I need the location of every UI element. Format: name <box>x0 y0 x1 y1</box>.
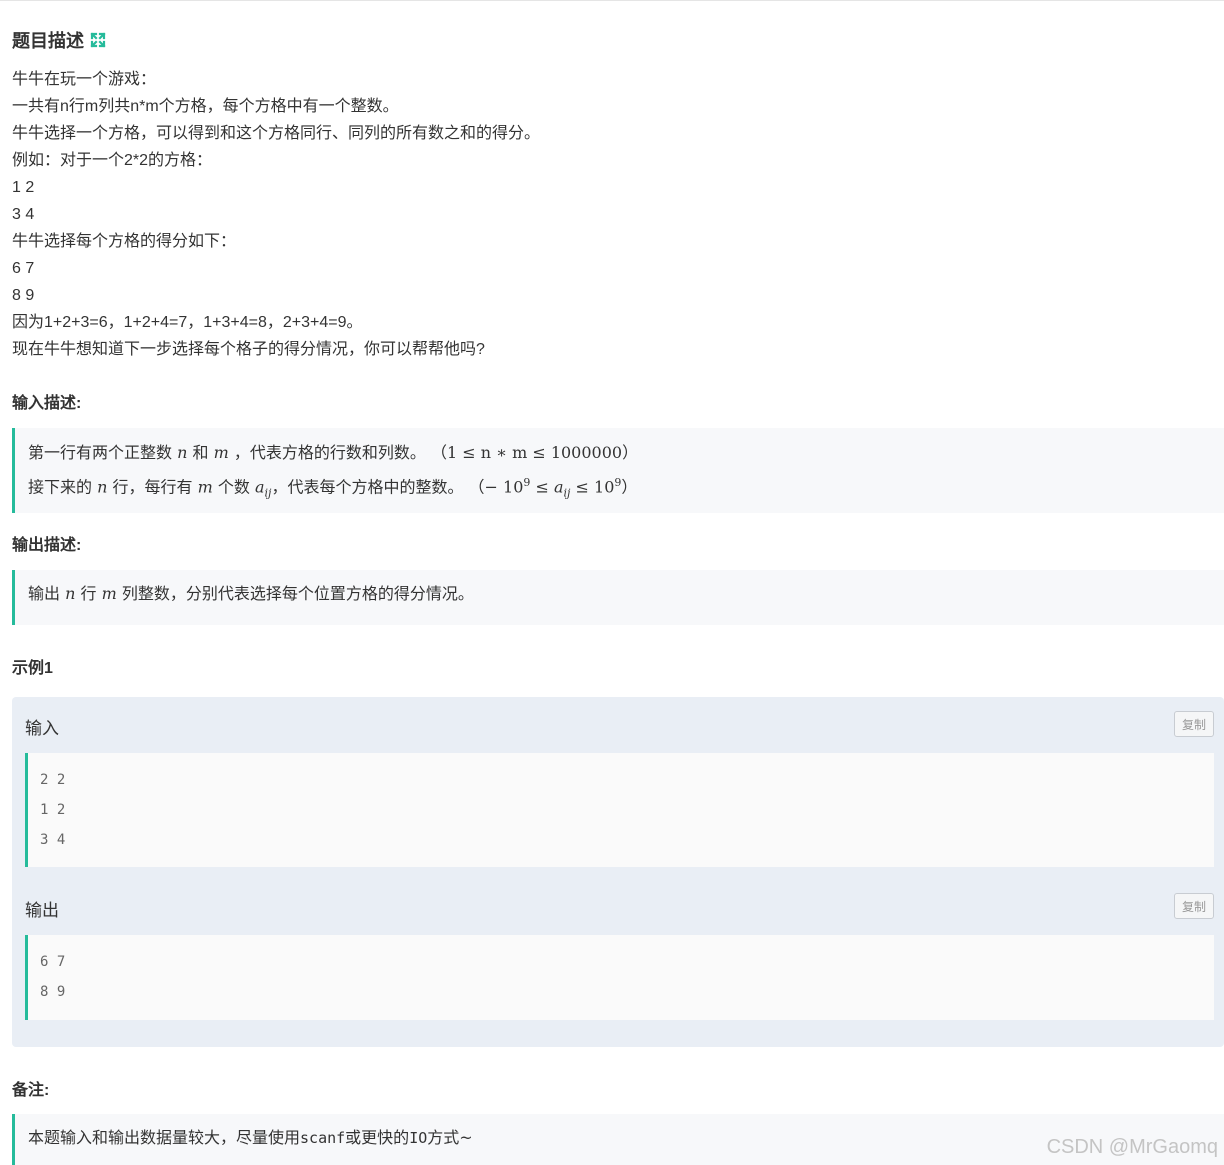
math-m: m <box>213 443 229 462</box>
inline-code: scanf <box>300 1129 346 1147</box>
math-m: m <box>101 584 117 603</box>
input-desc-line-1: 第一行有两个正整数 n 和 m ，代表方格的行数和列数。 （1 ≤ n ∗ m … <box>28 438 1224 468</box>
desc-line: 因为1+2+3=6，1+2+4=7，1+3+4=8，2+3+4=9。 <box>12 314 363 331</box>
math-n: n <box>177 443 188 462</box>
math-m: m <box>197 477 213 497</box>
copy-output-button[interactable]: 复制 <box>1174 893 1214 919</box>
text: 接下来的 <box>28 477 98 497</box>
notes-heading: 备注: <box>12 1082 50 1099</box>
text: 列整数，分别代表选择每个位置方格的得分情况。 <box>116 584 474 603</box>
text: ，代表每个方格中的整数。 （ <box>271 477 485 497</box>
desc-line: 3 4 <box>12 206 35 223</box>
math-constraint: 1 ≤ n ∗ m ≤ 1000000 <box>446 443 623 462</box>
code-line: 8 9 <box>40 984 66 1000</box>
desc-line: 一共有n行m列共n*m个方格，每个方格中有一个整数。 <box>12 98 399 115</box>
code-line: 6 7 <box>40 954 66 970</box>
output-desc-line: 输出 n 行 m 列整数，分别代表选择每个位置方格的得分情况。 <box>28 579 1224 609</box>
problem-description: 牛牛在玩一个游戏： 一共有n行m列共n*m个方格，每个方格中有一个整数。 牛牛选… <box>12 66 540 363</box>
input-description-block: 第一行有两个正整数 n 和 m ，代表方格的行数和列数。 （1 ≤ n ∗ m … <box>12 428 1224 513</box>
math-a: a <box>553 477 564 497</box>
text: 本题输入和输出数据量较大，尽量使用 <box>28 1128 301 1147</box>
text: 行，每行有 <box>107 477 198 497</box>
text: ，代表方格的行数和列数。 （ <box>228 443 447 462</box>
math-n: n <box>97 477 108 497</box>
copy-input-button[interactable]: 复制 <box>1174 711 1214 737</box>
desc-line: 现在牛牛想知道下一步选择每个格子的得分情况，你可以帮帮他吗? <box>12 341 485 358</box>
text: 个数 <box>212 477 255 497</box>
math-n: n <box>65 584 76 603</box>
text: ） <box>622 443 639 462</box>
text: 第一行有两个正整数 <box>28 443 178 462</box>
math: ≤ 10 <box>570 477 615 497</box>
example-heading: 示例1 <box>12 660 53 677</box>
watermark: CSDN @MrGaomq <box>1046 1136 1218 1158</box>
notes-block: 本题输入和输出数据量较大，尽量使用scanf或更快的IO方式~ <box>12 1114 1224 1165</box>
example-input-label: 输入 <box>25 719 59 738</box>
problem-title: 题目描述 <box>12 27 106 53</box>
desc-line: 6 7 <box>12 260 35 277</box>
text: 或更快的 <box>345 1128 410 1147</box>
math-a: a <box>254 477 265 497</box>
desc-line: 牛牛选择每个方格的得分如下： <box>12 233 237 250</box>
example-input-code[interactable]: 2 2 1 2 3 4 <box>25 753 1214 867</box>
text: 和 <box>187 443 214 462</box>
desc-line: 8 9 <box>12 287 35 304</box>
math: ≤ <box>530 477 554 497</box>
output-description-heading: 输出描述: <box>12 537 82 554</box>
problem-title-text: 题目描述 <box>12 31 84 51</box>
notes-line: 本题输入和输出数据量较大，尽量使用scanf或更快的IO方式~ <box>28 1123 1224 1153</box>
example-output-label: 输出 <box>25 901 59 920</box>
code-line: 2 2 <box>40 772 66 788</box>
example-block: 输入 复制 2 2 1 2 3 4 输出 复制 6 7 8 9 <box>12 697 1224 1047</box>
input-desc-line-2: 接下来的 n 行，每行有 m 个数 aij，代表每个方格中的整数。 （− 109… <box>28 468 1224 500</box>
math: − 10 <box>484 477 524 497</box>
text: ） <box>621 477 638 497</box>
text: 输出 <box>28 584 66 603</box>
top-divider <box>0 0 1224 1</box>
inline-code: IO <box>409 1129 428 1147</box>
code-line: 1 2 <box>40 802 66 818</box>
text: 方式~ <box>427 1128 473 1147</box>
desc-line: 例如：对于一个2*2的方格： <box>12 152 213 169</box>
desc-line: 牛牛选择一个方格，可以得到和这个方格同行、同列的所有数之和的得分。 <box>12 125 541 142</box>
desc-line: 牛牛在玩一个游戏： <box>12 71 157 88</box>
expand-icon[interactable] <box>90 32 106 48</box>
output-description-block: 输出 n 行 m 列整数，分别代表选择每个位置方格的得分情况。 <box>12 570 1224 625</box>
desc-line: 1 2 <box>12 179 35 196</box>
text: 行 <box>75 584 102 603</box>
input-description-heading: 输入描述: <box>12 395 82 412</box>
code-line: 3 4 <box>40 832 66 848</box>
example-output-code[interactable]: 6 7 8 9 <box>25 935 1214 1020</box>
